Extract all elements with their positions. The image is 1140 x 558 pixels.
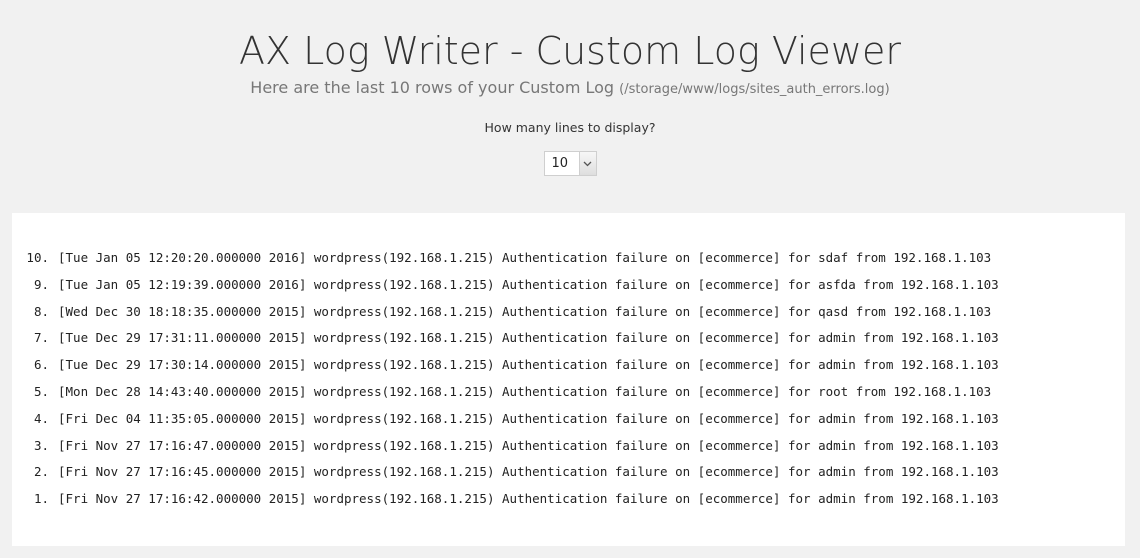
log-entry: 2. [Fri Nov 27 17:16:45.000000 2015] word… bbox=[12, 464, 999, 491]
log-entry: 10. [Tue Jan 05 12:20:20.000000 2016] wor… bbox=[12, 250, 999, 277]
log-file-path: (/storage/www/logs/sites_auth_errors.log… bbox=[619, 82, 890, 97]
chevron-down-icon[interactable] bbox=[578, 152, 596, 175]
log-entry: 4. [Fri Dec 04 11:35:05.000000 2015] word… bbox=[12, 411, 999, 438]
log-entry-number: 1. bbox=[33, 491, 49, 507]
log-entry-number: 7. bbox=[33, 330, 49, 346]
log-entry-text: [Tue Dec 29 17:30:14.000000 2015] wordpr… bbox=[58, 357, 999, 373]
lines-count-value: 10 bbox=[551, 156, 569, 171]
log-entry-text: [Tue Jan 05 12:19:39.000000 2016] wordpr… bbox=[58, 276, 999, 292]
log-entry-number: 2. bbox=[33, 464, 49, 480]
log-entry: 9. [Tue Jan 05 12:19:39.000000 2016] word… bbox=[12, 277, 999, 304]
log-entry-number: 8. bbox=[33, 303, 49, 319]
log-entry: 7. [Tue Dec 29 17:31:11.000000 2015] word… bbox=[12, 330, 999, 357]
log-entry: 6. [Tue Dec 29 17:30:14.000000 2015] word… bbox=[12, 357, 999, 384]
log-entry-number: 3. bbox=[33, 437, 49, 453]
lines-count-label: How many lines to display? bbox=[484, 120, 656, 135]
log-entry-text: [Tue Jan 05 12:20:20.000000 2016] wordpr… bbox=[58, 250, 992, 265]
log-entry: 5. [Mon Dec 28 14:43:40.000000 2015] word… bbox=[12, 384, 999, 411]
subtitle-text: Here are the last 10 rows of your Custom… bbox=[250, 78, 615, 97]
log-entry-text: [Mon Dec 28 14:43:40.000000 2015] wordpr… bbox=[58, 383, 992, 399]
log-entry-text: [Wed Dec 30 18:18:35.000000 2015] wordpr… bbox=[58, 303, 992, 319]
log-entry-number: 6. bbox=[33, 357, 49, 373]
log-entry-number: 9. bbox=[33, 276, 49, 292]
lines-count-select[interactable]: 10 bbox=[543, 151, 597, 176]
log-entry-text: [Tue Dec 29 17:31:11.000000 2015] wordpr… bbox=[58, 330, 999, 346]
log-panel: 10. [Tue Jan 05 12:20:20.000000 2016] wor… bbox=[12, 213, 1125, 546]
log-entry-text: [Fri Nov 27 17:16:45.000000 2015] wordpr… bbox=[58, 464, 999, 480]
log-entry: 3. [Fri Nov 27 17:16:47.000000 2015] word… bbox=[12, 438, 999, 465]
log-entry-number: 5. bbox=[33, 383, 49, 399]
log-entry: 1. [Fri Nov 27 17:16:42.000000 2015] word… bbox=[12, 491, 999, 518]
page-title: AX Log Writer - Custom Log Viewer bbox=[238, 29, 902, 73]
page-header: AX Log Writer - Custom Log Viewer Here a… bbox=[0, 0, 1140, 176]
log-entry: 8. [Wed Dec 30 18:18:35.000000 2015] word… bbox=[12, 304, 999, 331]
log-list: 10. [Tue Jan 05 12:20:20.000000 2016] wor… bbox=[12, 250, 999, 518]
page-subtitle: Here are the last 10 rows of your Custom… bbox=[0, 78, 1140, 100]
log-entry-number: 10. bbox=[26, 250, 49, 265]
log-entry-text: [Fri Nov 27 17:16:42.000000 2015] wordpr… bbox=[58, 491, 999, 507]
log-entry-text: [Fri Dec 04 11:35:05.000000 2015] wordpr… bbox=[58, 410, 999, 426]
log-entry-text: [Fri Nov 27 17:16:47.000000 2015] wordpr… bbox=[58, 437, 999, 453]
log-entry-number: 4. bbox=[33, 410, 49, 426]
